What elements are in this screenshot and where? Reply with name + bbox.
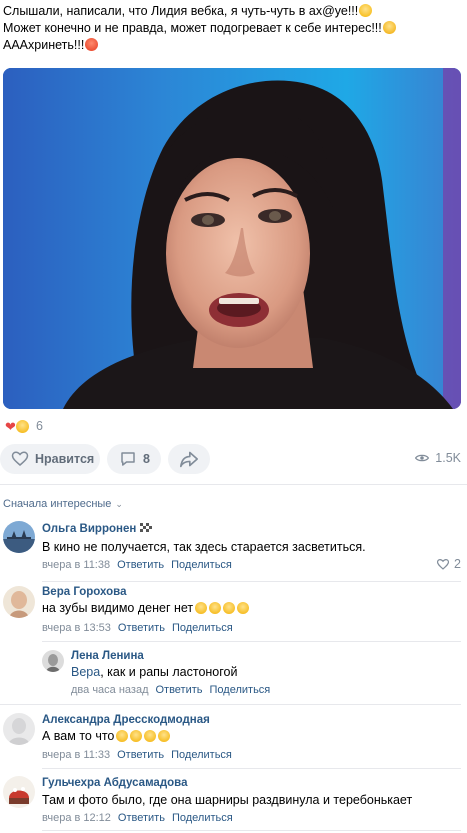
views-counter: 1.5K <box>415 451 461 465</box>
comment-meta: вчера в 11:33 Ответить Поделиться <box>42 749 232 761</box>
avatar[interactable] <box>42 650 64 672</box>
comment-time[interactable]: два часа назад <box>71 684 148 696</box>
avatar-image <box>3 776 35 808</box>
post-photo[interactable] <box>3 68 461 409</box>
post-text-line: АААхринеть!!! <box>3 37 463 54</box>
comments-sort-label: Сначала интересные <box>3 498 112 510</box>
rage-emoji-icon <box>85 38 99 51</box>
share-icon <box>180 451 198 468</box>
comment-text: Вера, как и рапы ластоногой <box>71 665 237 679</box>
comment-time[interactable]: вчера в 13:53 <box>42 622 111 634</box>
grin-emoji-icon <box>223 602 236 614</box>
post-text-line-2: Может конечно и не правда, может подогре… <box>3 21 382 35</box>
comments-sort[interactable]: Сначала интересные ⌄ <box>3 498 123 510</box>
comment-author[interactable]: Гульчехра Абдусамадова <box>42 777 187 789</box>
like-label: Нравится <box>35 452 95 466</box>
reactions-summary[interactable]: ❤ 6 <box>3 418 43 434</box>
reply-mention[interactable]: Вера <box>71 665 100 679</box>
comment-text: А вам то что <box>42 729 171 743</box>
grin-emoji-icon <box>195 602 208 614</box>
post-text-line: Слышали, написали, что Лидия вебка, я чу… <box>3 3 463 20</box>
comment-text-body: А вам то что <box>42 729 115 743</box>
comment-button[interactable]: 8 <box>107 444 161 474</box>
divider <box>42 581 461 582</box>
comment-author[interactable]: Александра Дресскодмодная <box>42 714 210 726</box>
comment-time[interactable]: вчера в 12:12 <box>42 812 111 824</box>
wink-emoji-icon <box>144 730 157 742</box>
reply-link[interactable]: Ответить <box>118 622 165 634</box>
grin-emoji-icon <box>209 602 222 614</box>
comment-icon <box>121 452 135 466</box>
grin-emoji-icon <box>237 602 250 614</box>
divider <box>42 830 461 831</box>
avatar-image <box>42 650 64 672</box>
wink-emoji-icon <box>130 730 143 742</box>
comment-likes: 2 <box>454 557 461 571</box>
comment-meta: два часа назад Ответить Поделиться <box>71 684 270 696</box>
avatar[interactable] <box>3 776 35 808</box>
comment-text: на зубы видимо денег нет <box>42 601 250 615</box>
chevron-down-icon: ⌄ <box>115 498 123 509</box>
wink-emoji-icon <box>158 730 171 742</box>
comment-author[interactable]: Ольга Вирронен <box>42 523 153 535</box>
share-link[interactable]: Поделиться <box>171 559 232 571</box>
avatar-image <box>3 521 35 553</box>
avatar-image <box>3 713 35 745</box>
reply-link[interactable]: Ответить <box>118 812 165 824</box>
post-text-line-1: Слышали, написали, что Лидия вебка, я чу… <box>3 4 359 18</box>
share-link[interactable]: Поделиться <box>172 622 233 634</box>
comment-time[interactable]: вчера в 11:38 <box>42 559 110 571</box>
checkered-flag-icon <box>140 523 153 533</box>
scream-emoji-icon <box>359 4 373 17</box>
comment-text: Там и фото было, где она шарниры раздвин… <box>42 793 413 807</box>
wink-emoji-icon <box>116 730 129 742</box>
post-text-line-3: АААхринеть!!! <box>3 38 85 52</box>
avatar[interactable] <box>3 521 35 553</box>
comment-author[interactable]: Вера Горохова <box>42 586 127 598</box>
avatar[interactable] <box>3 586 35 618</box>
post-actions: Нравится 8 1.5K <box>0 444 467 474</box>
comment-author[interactable]: Лена Ленина <box>71 650 144 662</box>
comment-text: В кино не получается, так здесь стараетс… <box>42 540 366 554</box>
share-link[interactable]: Поделиться <box>172 812 233 824</box>
share-button[interactable] <box>168 444 210 474</box>
comment-text-body: на зубы видимо денег нет <box>42 601 194 615</box>
reply-link[interactable]: Ответить <box>155 684 202 696</box>
post-text: Слышали, написали, что Лидия вебка, я чу… <box>3 3 463 54</box>
reply-link[interactable]: Ответить <box>117 749 164 761</box>
avatar-image <box>3 586 35 618</box>
divider <box>42 641 461 642</box>
share-link[interactable]: Поделиться <box>171 749 232 761</box>
comment-text-body: , как и рапы ластоногой <box>100 665 238 679</box>
reactions-count: 6 <box>36 419 43 433</box>
divider <box>0 484 467 485</box>
divider <box>42 768 461 769</box>
post-text-line: Может конечно и не правда, может подогре… <box>3 20 463 37</box>
share-link[interactable]: Поделиться <box>210 684 271 696</box>
heart-outline-icon <box>11 451 29 466</box>
reply-link[interactable]: Ответить <box>117 559 164 571</box>
comment-meta: вчера в 12:12 Ответить Поделиться <box>42 812 233 824</box>
heart-outline-icon <box>436 559 450 570</box>
comment-meta: вчера в 13:53 Ответить Поделиться <box>42 622 233 634</box>
laugh-emoji-icon <box>15 418 30 434</box>
avatar[interactable] <box>3 713 35 745</box>
eye-icon <box>415 454 430 462</box>
angry-emoji-icon <box>382 21 396 34</box>
comment-time[interactable]: вчера в 11:33 <box>42 749 110 761</box>
comment-meta: вчера в 11:38 Ответить Поделиться <box>42 559 232 571</box>
divider <box>0 704 461 705</box>
post-photo-image <box>3 68 461 409</box>
views-count: 1.5K <box>435 451 461 465</box>
comments-count: 8 <box>143 452 150 466</box>
like-button[interactable]: Нравится <box>0 444 100 474</box>
comment-like-button[interactable]: 2 <box>436 557 461 571</box>
